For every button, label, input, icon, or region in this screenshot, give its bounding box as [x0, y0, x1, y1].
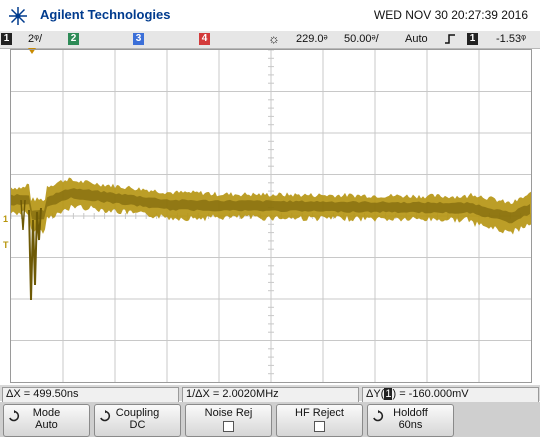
softkey-bar: Mode Auto Coupling DC Noise Rej HF Rejec… — [0, 402, 540, 437]
hf-reject-softkey[interactable]: HF Reject — [276, 404, 363, 437]
hf-reject-label: HF Reject — [295, 407, 344, 419]
hf-reject-checkbox[interactable] — [314, 421, 325, 432]
time-delay: 229.0ᵊ — [296, 33, 328, 45]
channel-4-indicator[interactable]: 4 — [199, 33, 210, 45]
channel-1-scale: 2ᵠ/ — [28, 33, 43, 45]
trigger-source-indicator: 1 — [467, 33, 478, 45]
measurement-bar: ΔX = 499.50ns 1/ΔX = 2.0020MHz ΔY(1) = -… — [0, 385, 540, 403]
inverse-delta-x-readout: 1/ΔX = 2.0020MHz — [182, 387, 359, 403]
trigger-sun-icon: ☼ — [268, 31, 280, 46]
delta-y-prefix: ΔY( — [366, 388, 385, 400]
delta-x-readout: ΔX = 499.50ns — [2, 387, 179, 403]
coupling-softkey[interactable]: Coupling DC — [94, 404, 181, 437]
waveform-display[interactable] — [10, 49, 532, 383]
channel-1-indicator[interactable]: 1 — [1, 33, 12, 45]
channel-2-indicator[interactable]: 2 — [68, 33, 79, 45]
agilent-logo-icon — [9, 7, 27, 25]
trigger-level: -1.53ᵠ — [496, 33, 526, 45]
delta-y-value: ) = -160.000mV — [392, 388, 469, 400]
rotate-knob-icon — [9, 410, 20, 422]
trigger-level-marker: T — [3, 240, 9, 250]
header: Agilent Technologies WED NOV 30 20:27:39… — [0, 0, 540, 31]
noise-reject-softkey[interactable]: Noise Rej — [185, 404, 272, 437]
time-base: 50.00ᵊ/ — [344, 33, 379, 45]
rotate-knob-icon — [373, 410, 384, 422]
channel-1-ground-marker: 1 — [3, 214, 9, 224]
noise-reject-label: Noise Rej — [204, 407, 253, 419]
brand-name: Agilent Technologies — [40, 7, 171, 22]
date-time: WED NOV 30 20:27:39 2016 — [373, 8, 528, 22]
rising-edge-icon — [445, 34, 455, 44]
rotate-knob-icon — [100, 410, 111, 422]
holdoff-softkey[interactable]: Holdoff 60ns — [367, 404, 454, 437]
delta-y-readout: ΔY(1) = -160.000mV — [362, 387, 539, 403]
status-bar: 1 2ᵠ/ 2 3 4 ☼ 229.0ᵊ 50.00ᵊ/ Auto 1 -1.5… — [0, 31, 540, 49]
channel-3-indicator[interactable]: 3 — [133, 33, 144, 45]
mode-softkey[interactable]: Mode Auto — [3, 404, 90, 437]
trigger-mode: Auto — [405, 33, 428, 45]
noise-reject-checkbox[interactable] — [223, 421, 234, 432]
graticule — [11, 50, 531, 382]
